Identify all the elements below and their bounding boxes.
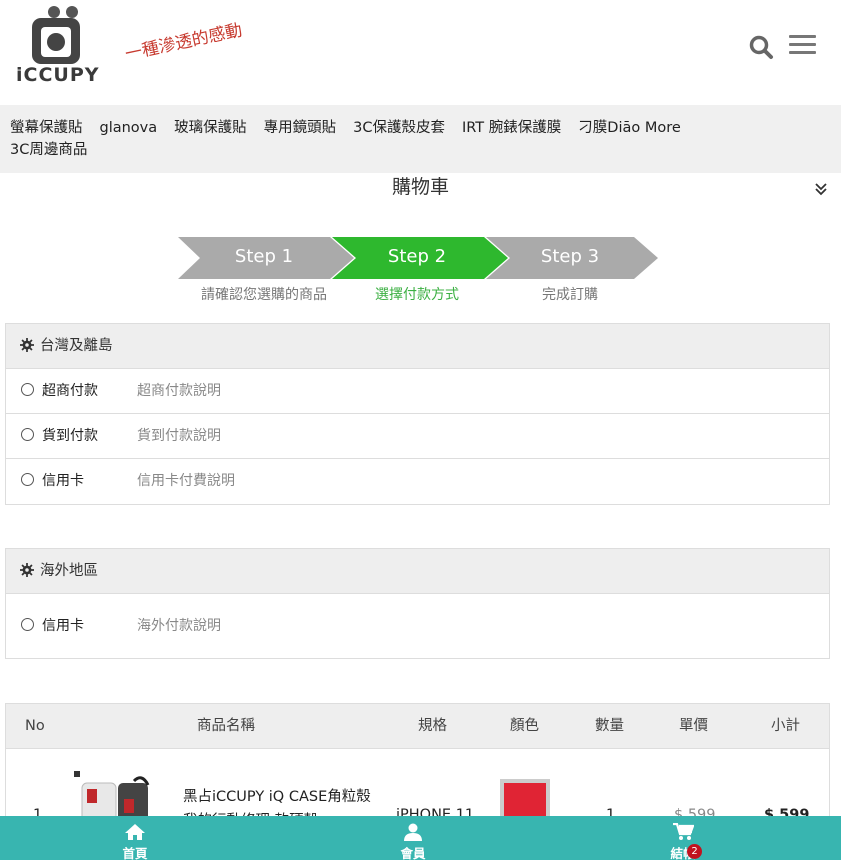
panel-title: 海外地區 — [40, 563, 98, 579]
step-1-label: Step 1 — [234, 246, 294, 267]
bottom-nav-checkout[interactable]: 結帳 2 — [643, 816, 723, 860]
nav-item-screen-protector[interactable]: 螢幕保護貼 — [10, 117, 83, 139]
gear-icon — [20, 338, 34, 352]
step-3-label: Step 3 — [540, 246, 600, 267]
radio-button[interactable] — [21, 383, 34, 396]
panel-header: 海外地區 — [6, 549, 829, 594]
col-no: No — [25, 718, 45, 734]
payment-option-credit-card[interactable]: 信用卡 信用卡付費說明 — [6, 459, 829, 504]
radio-button[interactable] — [21, 473, 34, 486]
site-header: iCCUPY 一種滲透的感動 — [0, 0, 841, 105]
brand-slogan: 一種滲透的感動 — [123, 20, 244, 65]
col-product-name: 商品名稱 — [197, 718, 255, 734]
home-icon — [125, 824, 145, 840]
radio-button[interactable] — [21, 618, 34, 631]
radio-button[interactable] — [21, 428, 34, 441]
double-chevron-down-icon[interactable] — [813, 181, 829, 197]
col-subtotal: 小計 — [771, 718, 800, 734]
domestic-payment-panel: 台灣及離島 超商付款 超商付款說明 貨到付款 貨到付款說明 信用卡 信用卡付費說明 — [5, 323, 830, 505]
bottom-nav-home[interactable]: 首頁 — [95, 816, 175, 860]
overseas-payment-panel: 海外地區 信用卡 海外付款說明 — [5, 548, 830, 659]
step-2-label: Step 2 — [387, 246, 447, 267]
col-spec: 規格 — [418, 718, 447, 734]
payment-option-cash-on-delivery[interactable]: 貨到付款 貨到付款說明 — [6, 414, 829, 459]
table-header: No 商品名稱 規格 顏色 數量 單價 小計 — [6, 704, 829, 749]
category-nav: 螢幕保護貼 glanova 玻璃保護貼 專用鏡頭貼 3C保護殼皮套 IRT 腕錶保護膜 刁膜… — [0, 105, 841, 173]
payment-option-overseas-credit-card[interactable]: 信用卡 海外付款說明 — [6, 594, 829, 658]
camera-logo-icon — [32, 6, 80, 64]
step-1-caption: 請確認您選購的商品 — [201, 287, 327, 303]
page-title: 購物車 — [391, 176, 449, 198]
panel-header: 台灣及離島 — [6, 324, 829, 369]
nav-item-lens-protector[interactable]: 專用鏡頭貼 — [264, 117, 337, 139]
search-button[interactable] — [748, 34, 774, 60]
step-3-caption: 完成訂購 — [542, 287, 598, 303]
step-2-caption: 選擇付款方式 — [375, 287, 459, 303]
panel-title: 台灣及離島 — [40, 338, 113, 354]
nav-item-3c-accessories[interactable]: 3C周邊商品 — [10, 139, 87, 161]
hamburger-menu-icon[interactable] — [789, 35, 816, 57]
nav-item-glanova[interactable]: glanova — [100, 117, 158, 139]
search-icon — [749, 35, 773, 59]
cart-count-badge: 2 — [687, 844, 702, 859]
checkout-steps: Step 1 Step 2 Step 3 — [178, 237, 658, 279]
nav-item-glass-protector[interactable]: 玻璃保護貼 — [174, 117, 247, 139]
nav-item-3c-case[interactable]: 3C保護殼皮套 — [353, 117, 445, 139]
col-unit-price: 單價 — [679, 718, 708, 734]
bottom-nav-bar: 首頁 會員 結帳 2 — [0, 816, 841, 860]
nav-item-diao-more[interactable]: 刁膜Diāo More — [578, 117, 681, 139]
brand-name: iCCUPY — [16, 64, 100, 86]
col-qty: 數量 — [595, 718, 624, 734]
bottom-nav-member[interactable]: 會員 — [373, 816, 453, 860]
col-color: 顏色 — [510, 718, 539, 734]
gear-icon — [20, 563, 34, 577]
shopping-cart-icon — [673, 823, 694, 840]
nav-item-irt-watch[interactable]: IRT 腕錶保護膜 — [462, 117, 561, 139]
payment-option-convenience-store[interactable]: 超商付款 超商付款說明 — [6, 369, 829, 414]
user-icon — [404, 823, 422, 841]
